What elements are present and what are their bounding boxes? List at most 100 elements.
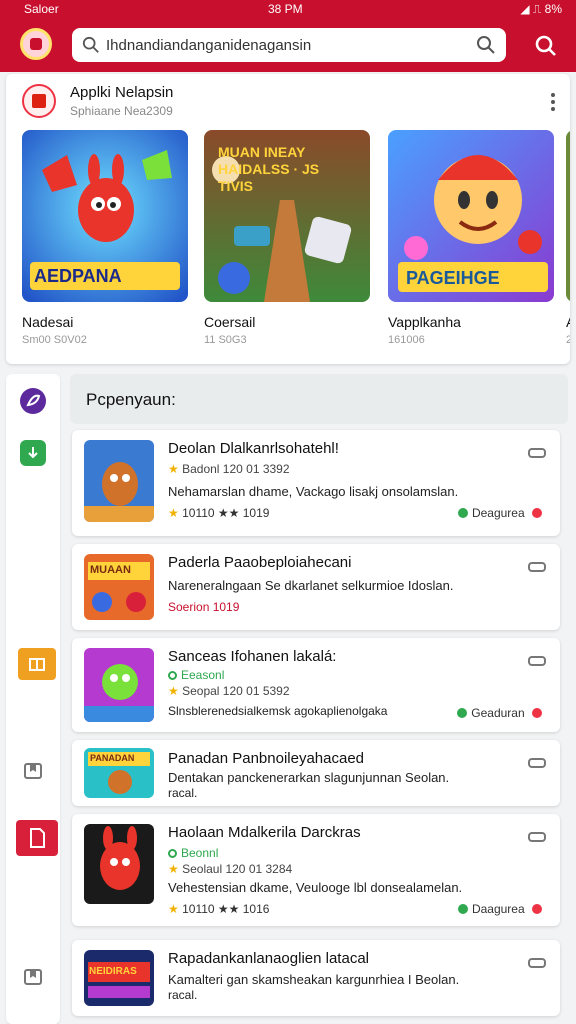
featured-apps-card: Applki Nelapsin Sphiaane Nea2309 AEDPANA… [6,74,570,364]
file-icon [30,828,45,848]
heart-icon [532,904,542,914]
app-description: Nareneralngaan Se dkarlanet selkurmioe I… [168,578,454,593]
gift-icon [29,658,45,671]
tile-art-text: AEDPANA [34,266,122,286]
featured-title: Applki Nelapsin [70,84,174,101]
app-title: Haolaan Mdalkerila Darckras [168,824,361,841]
more-vert-icon[interactable] [550,92,556,112]
app-rating: ★ Seolaul 120 01 3284 [168,862,293,876]
app-thumbnail [84,648,154,722]
check-circle-icon [168,849,177,858]
app-title: Rapadankanlanaoglien latacal [168,950,369,967]
tile-meta: Sm00 S0V02 [22,334,87,346]
app-tag: Beonnl [168,846,218,860]
more-horiz-icon[interactable] [528,832,546,842]
more-horiz-icon[interactable] [528,562,546,572]
app-thumbnail: MUAAN [84,554,154,620]
more-horiz-icon[interactable] [528,656,546,666]
shield-icon [457,508,468,518]
app-rating: ★ Seopal 120 01 5392 [168,684,290,698]
rail-home-button[interactable] [20,388,46,414]
search-bar[interactable] [72,28,506,62]
featured-tile-1[interactable]: AEDPANA [22,130,188,302]
download-icon [28,447,38,459]
search-button-icon[interactable] [534,34,558,58]
shield-icon [457,708,468,718]
app-rating: ★ Badonl 120 01 3392 [168,462,290,476]
status-indicators: ◢ ⎍ 8% [520,2,562,16]
search-input[interactable] [106,34,466,56]
app-description: Nehamarslan dhame, Vackago lisakj onsola… [168,484,459,499]
thumb-art-text: NEIDIRAS [89,966,137,977]
featured-tile-4[interactable] [566,130,570,302]
tile-meta: 11 S0G3 [204,334,247,346]
download-action[interactable]: Geaduran [457,706,546,720]
tile-label: Vapplkanha [388,314,461,330]
rail-gift-button[interactable] [18,648,56,680]
app-tag: Eeasonl [168,668,224,682]
tile-art-text: PAGEIHGE [406,268,500,288]
app-logo[interactable] [20,28,52,60]
bookmark-icon [24,763,42,779]
app-description: Slnsblerenedsialkemsk agokaplienolgaka [168,704,388,718]
app-thumbnail [84,440,154,522]
app-thumbnail [84,824,154,904]
app-description: Vehestensian dkame, Veulooge lbl donseal… [168,880,463,895]
app-thumbnail: PANADAN [84,748,154,798]
app-list-item[interactable]: MUAAN Paderla Paaobeploiahecani Narenera… [72,544,560,630]
app-list-panel: Pcpenyaun: Deolan Dlalkanrlsohatehl! ★ B… [70,374,568,1024]
tile-art-text: MUAN INEAY HAIDALSS · JS TIVIS [218,144,320,194]
status-carrier: Saloer [24,2,59,16]
left-nav-rail [6,374,60,1024]
thumb-art-text: PANADAN [90,753,135,763]
app-list-item[interactable]: PANADAN Panadan Panbnoileyahacaed Dentak… [72,740,560,806]
download-action[interactable]: Deagurea [457,506,546,520]
app-description-more: racal. [168,786,198,800]
tile-label: A [566,314,570,330]
app-list-item[interactable]: Sanceas Ifohanen lakalá: Eeasonl ★ Seopa… [72,638,560,732]
rail-games-button[interactable] [20,440,46,466]
rail-files-button[interactable] [16,820,58,856]
app-list-item[interactable]: Deolan Dlalkanrlsohatehl! ★ Badonl 120 0… [72,430,560,536]
app-title: Paderla Paaobeploiahecani [168,554,352,571]
tile-label: Coersail [204,314,256,330]
featured-tile-3[interactable]: PAGEIHGE [388,130,554,302]
featured-logo [22,84,56,118]
leaf-icon [26,394,41,407]
more-horiz-icon[interactable] [528,758,546,768]
featured-subtitle: Sphiaane Nea2309 [70,104,173,118]
panel-header: Pcpenyaun: [70,374,568,424]
status-bar: Saloer 38 PM ◢ ⎍ 8% [0,0,576,18]
status-time: 38 PM [268,2,303,16]
app-stats: ★ 10110 ★★ 1016 [168,902,270,916]
heart-icon [532,708,542,718]
app-title: Deolan Dlalkanrlsohatehl! [168,440,339,457]
app-description-more: racal. [168,988,198,1002]
app-description: Dentakan panckenerarkan slagunjunnan Seo… [168,770,450,785]
rail-library-button[interactable] [20,758,46,784]
featured-tile-2[interactable]: MUAN INEAY HAIDALSS · JS TIVIS [204,130,370,302]
app-title: Sanceas Ifohanen lakalá: [168,648,337,665]
app-stats: ★ 10110 ★★ 1019 [168,506,270,520]
more-horiz-icon[interactable] [528,448,546,458]
app-description: Kamalteri gan skamsheakan kargunrhiea I … [168,972,460,987]
search-submit-icon[interactable] [476,35,496,55]
search-icon [82,36,99,53]
download-action[interactable]: Daagurea [457,902,546,916]
more-horiz-icon[interactable] [528,958,546,968]
app-title: Panadan Panbnoileyahacaed [168,750,365,767]
app-list-item[interactable]: Haolaan Mdalkerila Darckras Beonnl ★ Seo… [72,814,560,926]
tile-label: Nadesai [22,314,74,330]
app-thumbnail: NEIDIRAS [84,950,154,1006]
rail-saved-button[interactable] [20,964,46,990]
app-stats: Soerion 1019 [168,600,240,614]
check-circle-icon [168,671,177,680]
thumb-art-text: MUAAN [90,564,131,576]
app-list-item[interactable]: NEIDIRAS Rapadankanlanaoglien latacal Ka… [72,940,560,1016]
shield-icon [457,904,468,914]
tile-meta: 161006 [388,334,425,346]
top-app-bar: Saloer 38 PM ◢ ⎍ 8% [0,0,576,72]
bookmark-icon [24,969,42,985]
heart-icon [532,508,542,518]
panel-title: Pcpenyaun: [86,390,176,409]
